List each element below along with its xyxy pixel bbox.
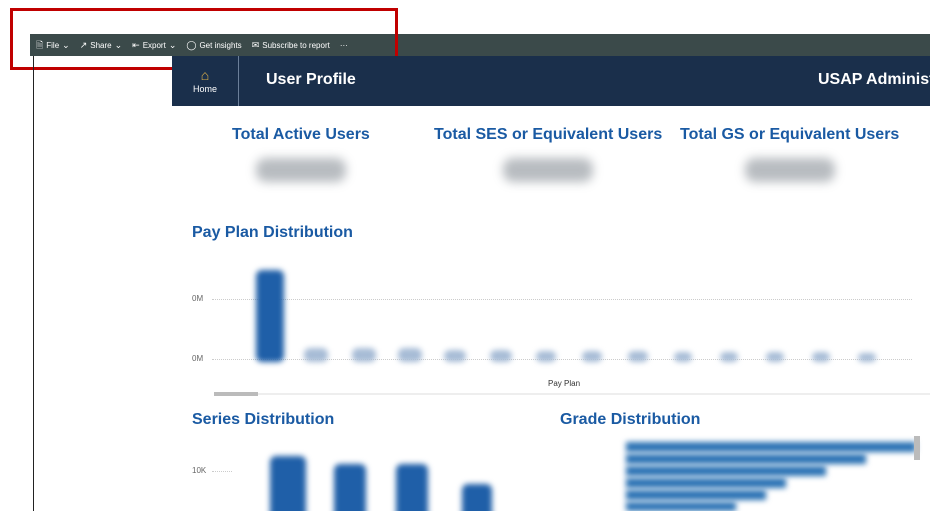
export-menu[interactable]: ⇤ Export ⌄ [132, 39, 177, 50]
pay-plan-bar[interactable] [812, 352, 830, 362]
more-options-button[interactable]: ··· [340, 41, 348, 50]
series-bar[interactable] [396, 464, 428, 511]
grade-bar[interactable] [626, 466, 826, 476]
lightbulb-icon: ◯ [186, 39, 197, 50]
series-title: Series Distribution [192, 411, 335, 428]
more-icon: ··· [339, 40, 348, 50]
report-toolbar: 🗎 File ⌄ ↗ Share ⌄ ⇤ Export ⌄ ◯ Get insi… [30, 34, 930, 56]
series-bar[interactable] [462, 484, 492, 511]
page-title: User Profile [266, 71, 356, 88]
kpi-value-blurred [255, 158, 346, 182]
pay-plan-bar[interactable] [304, 348, 328, 362]
pay-plan-bar[interactable] [398, 348, 422, 362]
pay-plan-bar[interactable] [444, 350, 466, 362]
series-bar[interactable] [270, 456, 306, 511]
home-label: Home [192, 84, 217, 94]
y-tick: 0M [192, 354, 204, 363]
kpi-label: Total SES or Equivalent Users [434, 126, 663, 143]
kpi-label: Total Active Users [232, 126, 370, 143]
left-panel-divider [33, 56, 34, 511]
chart-scroll-thumb[interactable] [214, 392, 258, 396]
org-title: USAP Administ [818, 71, 930, 88]
pay-plan-bar[interactable] [582, 351, 602, 362]
file-label: File [46, 40, 60, 50]
x-axis-title: Pay Plan [548, 379, 581, 388]
subscribe-label: Subscribe to report [262, 40, 330, 50]
pay-plan-title: Pay Plan Distribution [192, 224, 353, 241]
grade-bar[interactable] [626, 502, 736, 511]
y-tick: 0M [192, 294, 204, 303]
pay-plan-bar[interactable] [490, 350, 512, 362]
chevron-down-icon: ⌄ [168, 39, 177, 50]
kpi-gs-users: Total GS or Equivalent Users [680, 126, 899, 182]
pay-plan-bar[interactable] [352, 348, 376, 362]
pay-plan-bar[interactable] [674, 352, 692, 362]
pay-plan-bar[interactable] [720, 352, 738, 362]
grade-scrollbar[interactable] [914, 436, 920, 460]
export-label: Export [142, 40, 166, 50]
pay-plan-bar[interactable] [536, 351, 556, 362]
pay-plan-bar[interactable] [766, 352, 784, 362]
pay-plan-bar[interactable] [858, 353, 876, 362]
pay-plan-bar[interactable] [256, 270, 284, 362]
share-icon: ↗ [79, 39, 88, 50]
chevron-down-icon: ⌄ [62, 39, 70, 50]
get-insights-button[interactable]: ◯ Get insights [186, 39, 242, 50]
home-button[interactable]: ⌂ Home [172, 56, 239, 106]
share-menu[interactable]: ↗ Share ⌄ [79, 39, 123, 50]
grade-bar[interactable] [626, 490, 766, 500]
insights-label: Get insights [199, 40, 242, 50]
kpi-value-blurred [503, 158, 594, 182]
kpi-active-users: Total Active Users [232, 126, 370, 182]
grade-bar[interactable] [626, 442, 916, 452]
file-menu[interactable]: 🗎 File ⌄ [36, 39, 70, 50]
subscribe-button[interactable]: ✉ Subscribe to report [251, 39, 330, 50]
report-canvas: ⌂ Home User Profile USAP Administ Total … [172, 56, 930, 511]
report-header: ⌂ Home User Profile USAP Administ [172, 56, 930, 106]
home-icon: ⌂ [200, 67, 210, 83]
gridline [212, 471, 232, 472]
grade-title: Grade Distribution [560, 411, 701, 428]
kpi-ses-users: Total SES or Equivalent Users [434, 126, 662, 182]
kpi-value-blurred [744, 158, 835, 182]
y-tick: 10K [192, 466, 207, 475]
chevron-down-icon: ⌄ [114, 39, 123, 50]
share-label: Share [90, 40, 112, 50]
subscribe-icon: ✉ [251, 39, 260, 50]
gridline [212, 299, 912, 300]
grade-bar[interactable] [626, 478, 786, 488]
chart-scroll-track[interactable] [214, 393, 930, 395]
export-icon: ⇤ [132, 39, 140, 50]
kpi-label: Total GS or Equivalent Users [680, 126, 900, 143]
file-icon: 🗎 [36, 39, 44, 50]
grade-bar[interactable] [626, 454, 866, 464]
series-bar[interactable] [334, 464, 366, 511]
pay-plan-bar[interactable] [628, 351, 648, 362]
